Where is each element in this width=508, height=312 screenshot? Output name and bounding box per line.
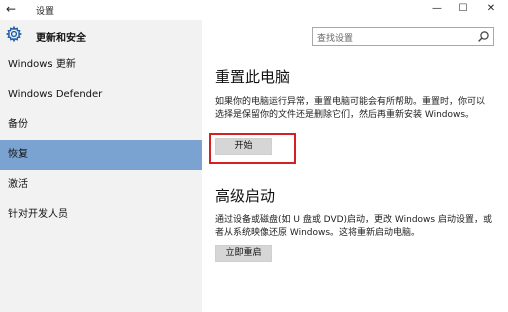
back-arrow-icon[interactable]: ← [6,2,20,16]
reset-pc-description: 如果你的电脑运行异常，重置电脑可能会有所帮助。重置时，你可以选择是保留你的文件还… [215,97,486,120]
restart-now-button[interactable]: 立即重启 [215,245,272,262]
search-input[interactable]: 查找设置 [312,27,494,46]
sidebar-item-activation[interactable]: 激活 [0,170,202,200]
maximize-button[interactable]: ☐ [450,1,476,17]
sidebar-item-for-developers[interactable]: 针对开发人员 [0,200,202,230]
sidebar: 更新和安全 Windows 更新 Windows Defender 备份 恢复 … [0,20,202,312]
title-bar: ← 设置 — ☐ ✕ [0,0,508,20]
advanced-startup-description: 通过设备或磁盘(如 U 盘或 DVD)启动，更改 Windows 启动设置，或者… [215,215,492,238]
sidebar-item-backup[interactable]: 备份 [0,110,202,140]
minimize-button[interactable]: — [424,1,450,17]
close-button[interactable]: ✕ [478,1,504,17]
sidebar-item-windows-update[interactable]: Windows 更新 [0,50,202,80]
sidebar-header: 更新和安全 [0,20,202,50]
search-placeholder: 查找设置 [317,34,354,44]
reset-pc-heading: 重置此电脑 [215,68,291,86]
sidebar-item-recovery[interactable]: 恢复 [0,140,202,170]
advanced-startup-heading: 高级启动 [215,187,276,205]
search-icon[interactable] [477,30,490,43]
gear-icon [6,26,22,42]
sidebar-item-windows-defender[interactable]: Windows Defender [0,80,202,110]
window-title: 设置 [36,7,55,17]
sidebar-title: 更新和安全 [36,33,86,44]
get-started-button[interactable]: 开始 [215,138,272,155]
